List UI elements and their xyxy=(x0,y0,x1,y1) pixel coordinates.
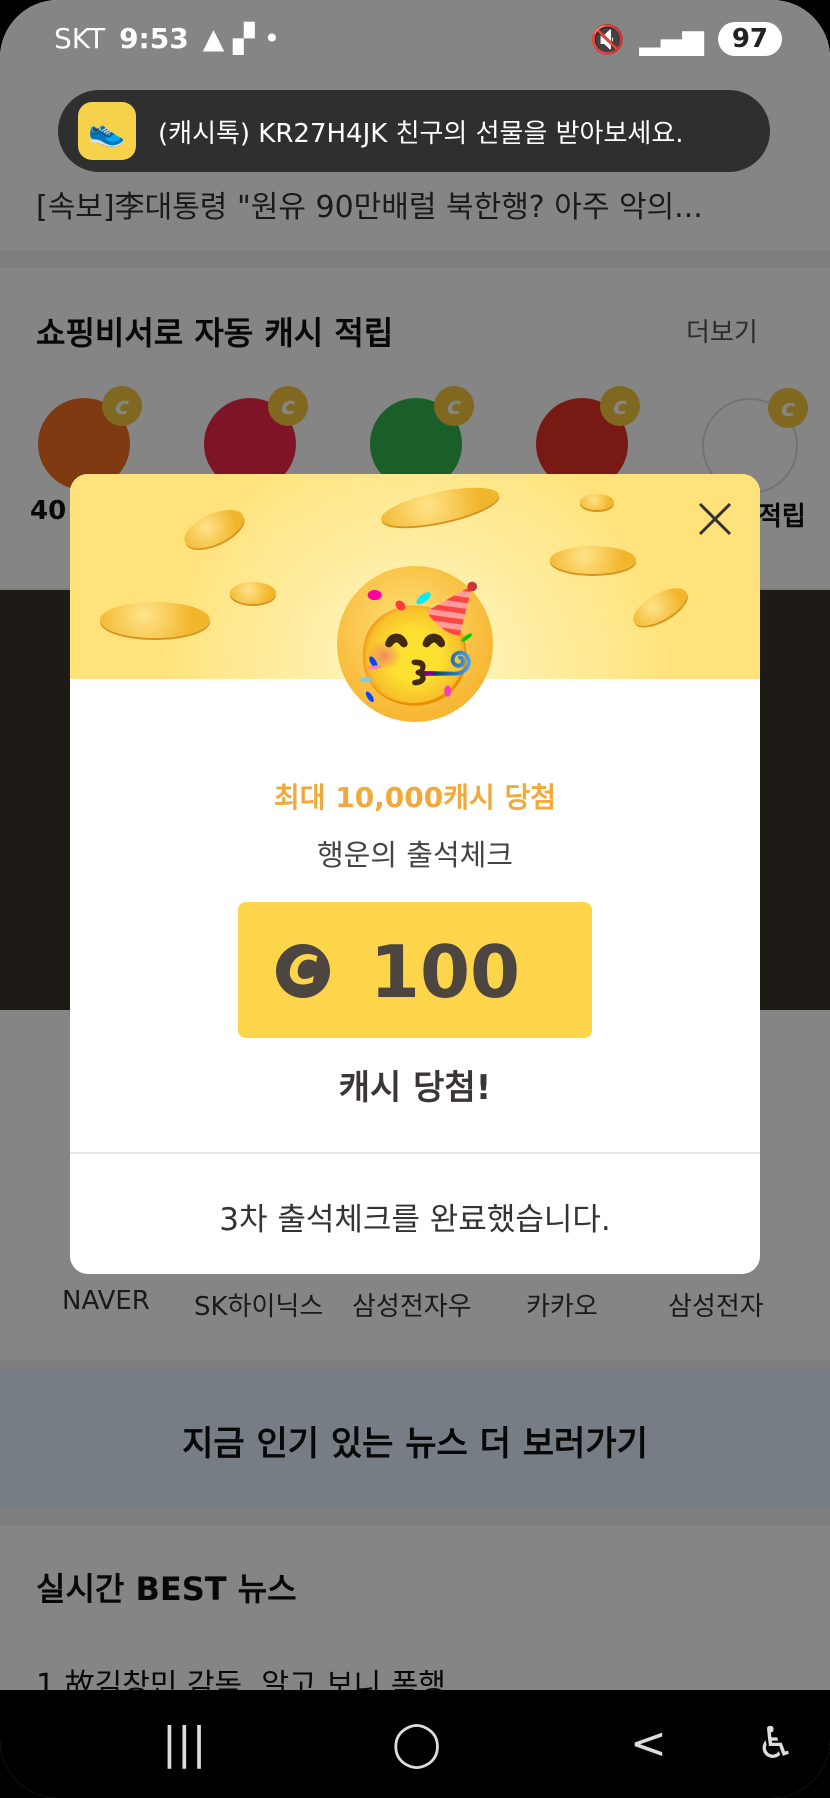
toast-message: (캐시톡) KR27H4JK 친구의 선물을 받아보세요. xyxy=(158,118,684,149)
coin-icon xyxy=(230,582,276,604)
clock: 9:53 xyxy=(119,22,189,55)
cash-reward-box: C 100 xyxy=(238,902,592,1038)
home-button[interactable]: ◯ xyxy=(392,1718,441,1769)
signal-icon: ▂▄▆ xyxy=(639,22,704,56)
result-text: 캐시 당첨! xyxy=(338,1068,492,1108)
coin-icon xyxy=(550,546,636,574)
promo-text: 최대 10,000캐시 당첨 xyxy=(273,781,557,814)
modal-divider xyxy=(70,1152,760,1154)
notification-icon: ▲ ▞ • xyxy=(202,22,281,55)
coin-icon xyxy=(580,494,614,510)
coin-icon xyxy=(100,602,210,638)
cash-amount: 100 xyxy=(369,930,521,1014)
status-bar: SKT 9:53 ▲ ▞ • 🔇 ▂▄▆ 97 xyxy=(0,0,830,82)
cashwalk-shoe-icon: 👟 xyxy=(78,102,136,160)
attendance-modal: 🥳 최대 10,000캐시 당첨 행운의 출석체크 C 100 캐시 당첨! 3… xyxy=(70,474,760,1274)
phone-screen: [속보]李대통령 "원유 90만배럴 북한행? 아주 악의... 쇼핑비서로 자… xyxy=(0,0,830,1798)
battery-indicator: 97 xyxy=(717,22,782,56)
carrier: SKT xyxy=(54,22,106,55)
gift-toast[interactable]: 👟 (캐시톡) KR27H4JK 친구의 선물을 받아보세요. xyxy=(58,90,770,172)
back-button[interactable]: < xyxy=(630,1718,667,1769)
completion-message: 3차 출석체크를 완료했습니다. xyxy=(219,1202,611,1238)
accessibility-icon[interactable]: ♿ xyxy=(756,1718,795,1769)
modal-subtitle: 행운의 출석체크 xyxy=(317,838,513,872)
party-face-icon: 🥳 xyxy=(337,566,493,722)
recent-apps-button[interactable]: ||| xyxy=(162,1718,206,1769)
close-icon[interactable] xyxy=(692,496,738,542)
system-nav-bar: ||| ◯ < ♿ xyxy=(0,1690,830,1798)
mute-icon: 🔇 xyxy=(590,22,626,56)
